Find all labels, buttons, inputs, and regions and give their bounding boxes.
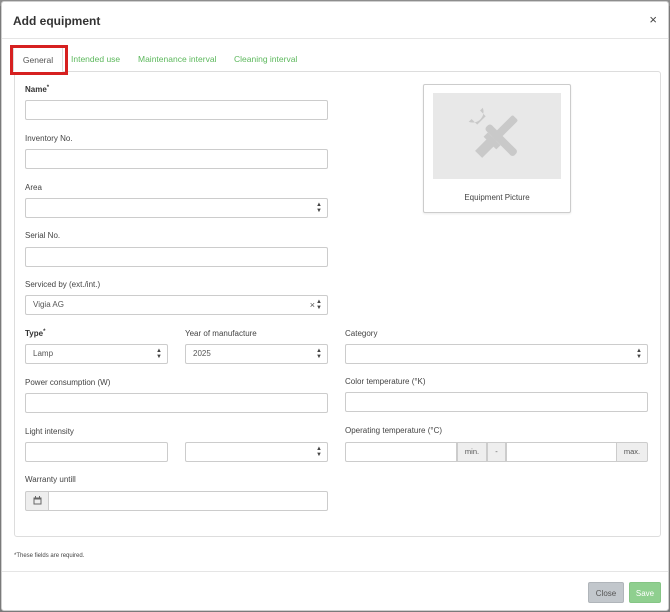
select-arrows-icon: ▲ ▼	[316, 299, 322, 311]
equipment-picture-card[interactable]: Equipment Picture	[423, 84, 571, 213]
operating-temperature-label: Operating temperature (°C)	[345, 426, 443, 435]
type-label: Type*	[25, 329, 46, 338]
category-label: Category	[345, 329, 378, 338]
year-of-manufacture-value: 2025	[193, 349, 211, 358]
serviced-by-select[interactable]: Vigia AG × ▲ ▼	[25, 295, 328, 315]
tab-cleaning-interval[interactable]: Cleaning interval	[234, 46, 297, 72]
picture-caption: Equipment Picture	[464, 193, 530, 202]
type-select[interactable]: Lamp ▲ ▼	[25, 344, 168, 364]
select-arrows-icon: ▲ ▼	[316, 446, 322, 458]
tab-general[interactable]: General	[13, 46, 63, 72]
tools-icon	[468, 107, 518, 158]
tab-maintenance-interval[interactable]: Maintenance interval	[138, 46, 216, 72]
year-of-manufacture-select[interactable]: 2025 ▲ ▼	[185, 344, 328, 364]
add-equipment-modal: Add equipment × General Intended use Mai…	[1, 1, 669, 611]
picture-placeholder[interactable]	[433, 93, 561, 179]
select-arrows-icon: ▲ ▼	[316, 348, 322, 360]
save-button[interactable]: Save	[629, 582, 661, 603]
year-of-manufacture-label: Year of manufacture	[185, 329, 257, 338]
select-arrows-icon: ▲ ▼	[156, 348, 162, 360]
serviced-by-label: Serviced by (ext./int.)	[25, 280, 101, 289]
required-footnote: *These fields are required.	[14, 553, 85, 559]
close-button[interactable]: Close	[588, 582, 624, 603]
area-label: Area	[25, 183, 42, 192]
warranty-label: Warranty untill	[25, 475, 76, 484]
light-intensity-unit-select[interactable]: ▲ ▼	[185, 442, 328, 462]
light-intensity-input[interactable]	[25, 442, 168, 462]
inventory-no-input[interactable]	[25, 149, 328, 169]
max-addon: max.	[616, 442, 648, 462]
color-temperature-input[interactable]	[345, 392, 648, 412]
operating-temperature-min-input[interactable]	[345, 442, 457, 462]
clear-icon[interactable]: ×	[310, 296, 315, 314]
name-label: Name*	[25, 85, 50, 94]
light-intensity-label: Light intensity	[25, 427, 74, 436]
operating-temperature-max-input[interactable]	[506, 442, 617, 462]
serial-no-label: Serial No.	[25, 231, 61, 240]
name-input[interactable]	[25, 100, 328, 120]
select-arrows-icon: ▲ ▼	[636, 348, 642, 360]
tab-intended-use[interactable]: Intended use	[71, 46, 120, 72]
color-temperature-label: Color temperature (°K)	[345, 377, 426, 386]
serviced-by-value: Vigia AG	[33, 300, 64, 309]
footer-divider	[2, 571, 668, 572]
min-addon: min.	[457, 442, 487, 462]
warranty-input[interactable]	[48, 491, 328, 511]
category-select[interactable]: ▲ ▼	[345, 344, 648, 364]
select-arrows-icon: ▲ ▼	[316, 202, 322, 214]
serial-no-input[interactable]	[25, 247, 328, 267]
close-icon[interactable]: ×	[649, 12, 657, 27]
area-select[interactable]: ▲ ▼	[25, 198, 328, 218]
power-consumption-input[interactable]	[25, 393, 328, 413]
calendar-icon[interactable]	[25, 491, 49, 511]
range-separator: -	[487, 442, 506, 462]
power-consumption-label: Power consumption (W)	[25, 378, 111, 387]
inventory-no-label: Inventory No.	[25, 134, 73, 143]
modal-header: Add equipment ×	[2, 2, 668, 39]
modal-title: Add equipment	[13, 14, 101, 28]
type-value: Lamp	[33, 349, 54, 358]
